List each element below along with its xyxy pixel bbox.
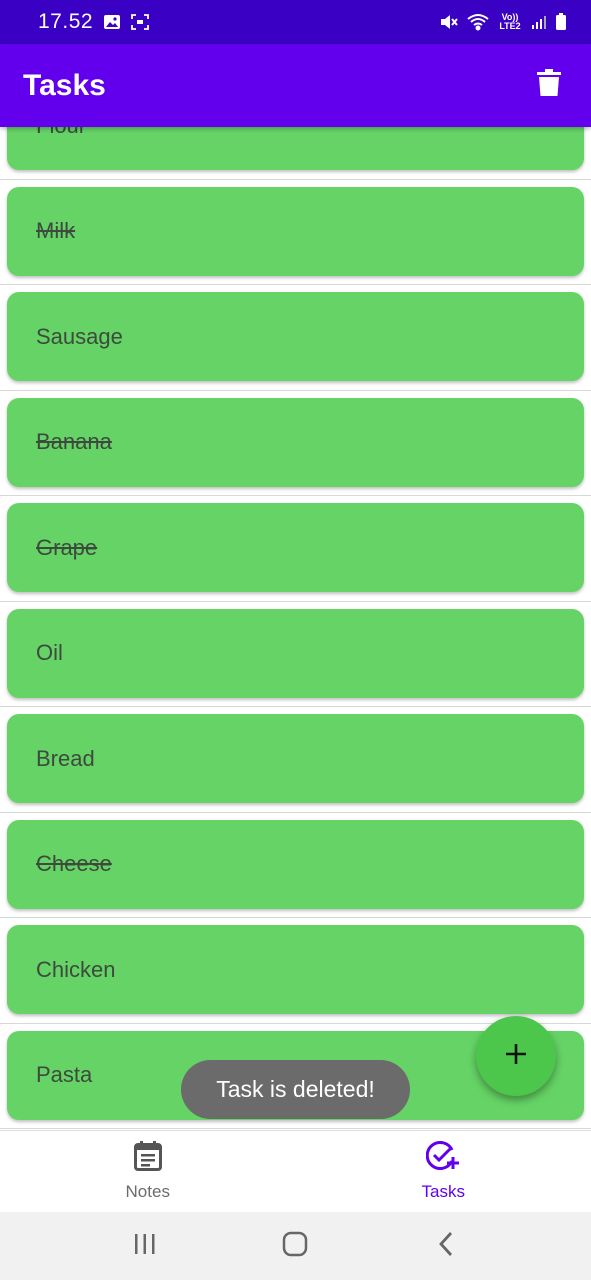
task-row: Banana xyxy=(0,391,591,496)
signal-icon xyxy=(531,14,547,30)
task-row: Chicken xyxy=(0,918,591,1024)
add-task-button[interactable] xyxy=(476,1016,556,1096)
calendar-note-icon xyxy=(133,1141,162,1176)
task-card[interactable]: Banana xyxy=(7,397,584,487)
plus-icon xyxy=(504,1042,528,1071)
status-right-icons: Vo)) LTE2 xyxy=(439,13,567,31)
nav-label-tasks: Tasks xyxy=(421,1182,465,1201)
task-label: Flour xyxy=(36,127,86,139)
recents-button[interactable] xyxy=(115,1216,175,1276)
task-list[interactable]: Flour Milk Sausage Banana Grape Oil Bread Chees… xyxy=(0,127,591,1130)
back-button[interactable] xyxy=(416,1216,476,1276)
nav-item-tasks[interactable]: Tasks xyxy=(296,1131,591,1212)
task-card[interactable]: Chicken xyxy=(7,925,584,1014)
task-card[interactable]: Sausage xyxy=(7,292,584,381)
mute-icon xyxy=(439,13,459,31)
bottom-nav: Notes Tasks xyxy=(0,1130,591,1212)
status-time: 17.52 xyxy=(38,10,94,33)
home-icon xyxy=(282,1231,308,1262)
task-label: Banana xyxy=(36,429,112,454)
screenshot-icon xyxy=(131,14,149,30)
task-card[interactable]: Cheese xyxy=(7,819,584,909)
delete-all-button[interactable] xyxy=(529,66,569,106)
nav-item-notes[interactable]: Notes xyxy=(0,1131,296,1212)
task-row: Sausage xyxy=(0,285,591,391)
task-card[interactable]: Grape xyxy=(7,503,584,592)
task-row: Oil xyxy=(0,602,591,707)
system-nav-bar xyxy=(0,1212,591,1280)
trash-icon xyxy=(537,69,561,102)
status-left-icons xyxy=(103,14,149,30)
battery-icon xyxy=(555,13,567,31)
task-label: Milk xyxy=(36,218,76,243)
task-row: Grape xyxy=(0,496,591,602)
check-add-icon xyxy=(425,1141,460,1176)
task-card[interactable]: Bread xyxy=(7,714,584,803)
task-label: Cheese xyxy=(36,851,112,876)
wifi-icon xyxy=(467,13,489,31)
task-row: Milk xyxy=(0,180,591,285)
task-label: Grape xyxy=(36,534,98,560)
task-label: Chicken xyxy=(36,956,116,982)
back-icon xyxy=(438,1231,454,1262)
task-row: Cheese xyxy=(0,813,591,918)
image-icon xyxy=(103,14,121,30)
task-card[interactable]: Oil xyxy=(7,608,584,698)
task-label: Pasta xyxy=(36,1062,93,1087)
home-button[interactable] xyxy=(265,1216,325,1276)
task-label: Oil xyxy=(36,640,63,665)
status-bar: 17.52 Vo)) LTE2 xyxy=(0,0,591,44)
task-card[interactable]: Flour xyxy=(7,127,584,170)
toast-message: Task is deleted! xyxy=(181,1060,410,1119)
task-row: Bread xyxy=(0,707,591,813)
app-bar: Tasks xyxy=(0,44,591,127)
task-label: Bread xyxy=(36,745,95,771)
task-row: Flour xyxy=(0,127,591,180)
task-label: Sausage xyxy=(36,323,123,349)
recents-icon xyxy=(133,1233,157,1260)
network-label: Vo)) LTE2 xyxy=(499,12,521,31)
nav-label-notes: Notes xyxy=(125,1182,170,1201)
page-title: Tasks xyxy=(23,68,106,102)
task-card[interactable]: Milk xyxy=(7,186,584,276)
